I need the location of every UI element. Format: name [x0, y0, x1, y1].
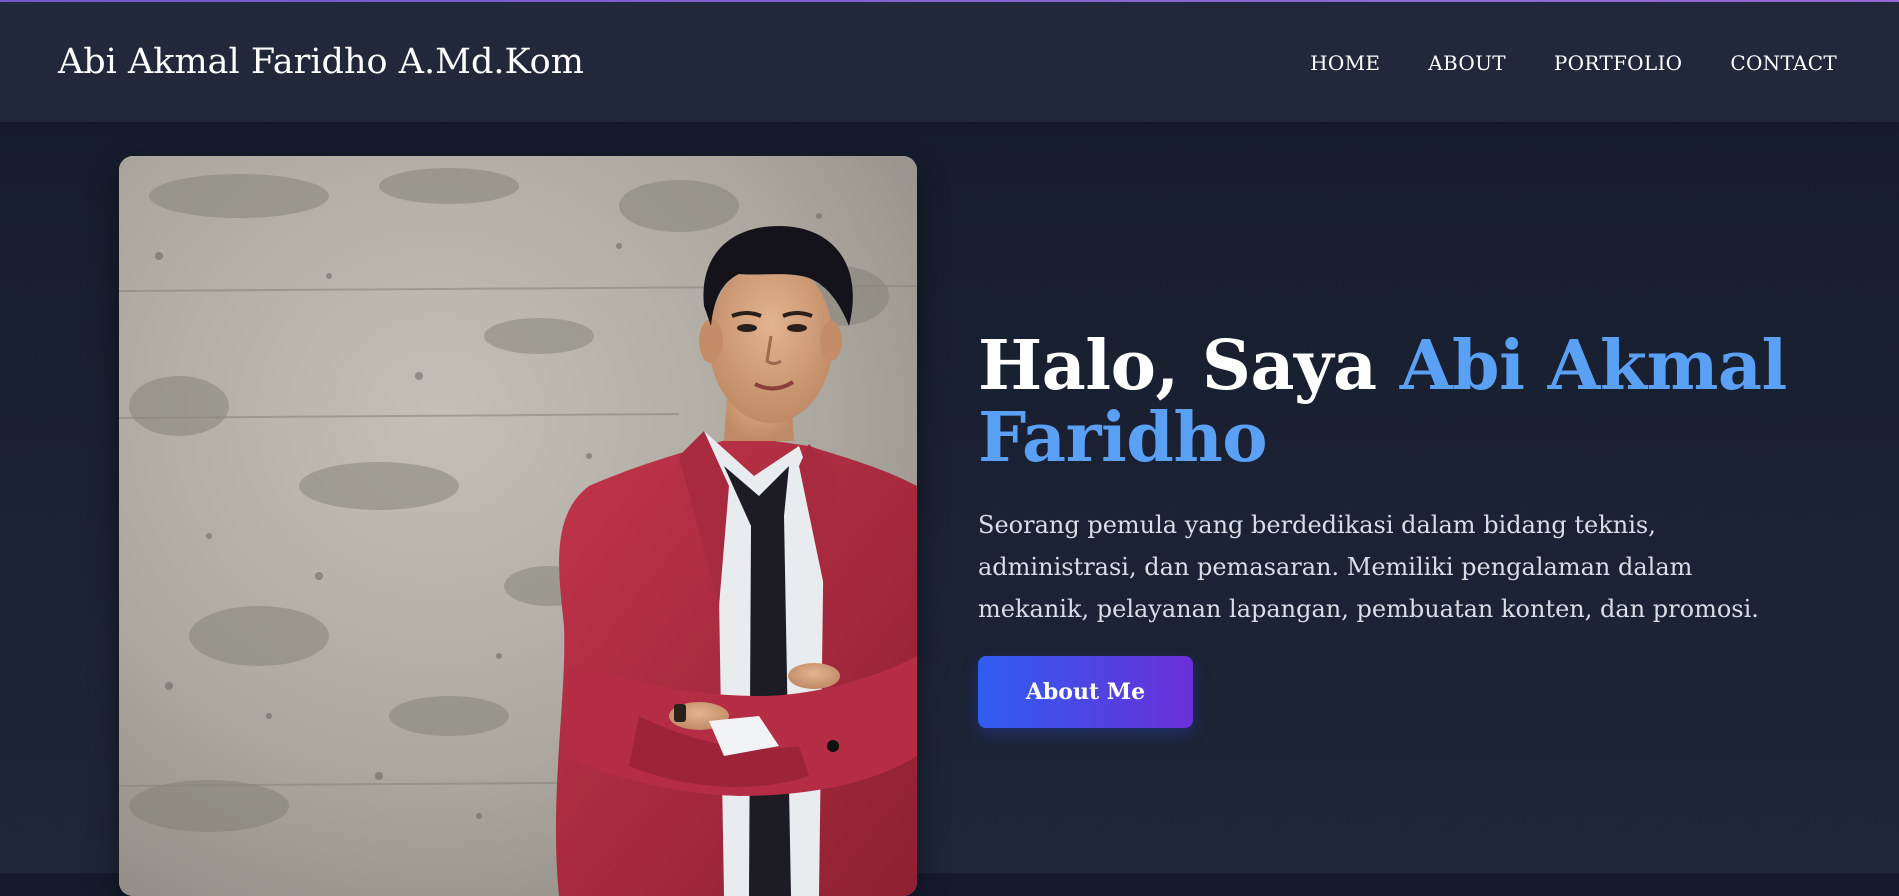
hero-title-prefix: Halo, Saya [978, 326, 1400, 406]
hero-description: Seorang pemula yang berdedikasi dalam bi… [978, 511, 1759, 623]
hero-section: Halo, Saya Abi Akmal Faridho Seorang pem… [978, 330, 1838, 728]
nav-home[interactable]: HOME [1310, 50, 1380, 76]
nav-contact[interactable]: CONTACT [1730, 50, 1837, 76]
brand-title[interactable]: Abi Akmal Faridho A.Md.Kom [58, 40, 584, 84]
hero-title: Halo, Saya Abi Akmal Faridho [978, 330, 1838, 474]
nav-about[interactable]: ABOUT [1428, 50, 1506, 76]
about-me-button[interactable]: About Me [978, 656, 1193, 728]
nav-portfolio[interactable]: PORTFOLIO [1554, 50, 1682, 76]
navbar: Abi Akmal Faridho A.Md.Kom HOME ABOUT PO… [0, 2, 1899, 122]
main-nav: HOME ABOUT PORTFOLIO CONTACT [1310, 50, 1837, 76]
profile-photo [119, 156, 917, 896]
